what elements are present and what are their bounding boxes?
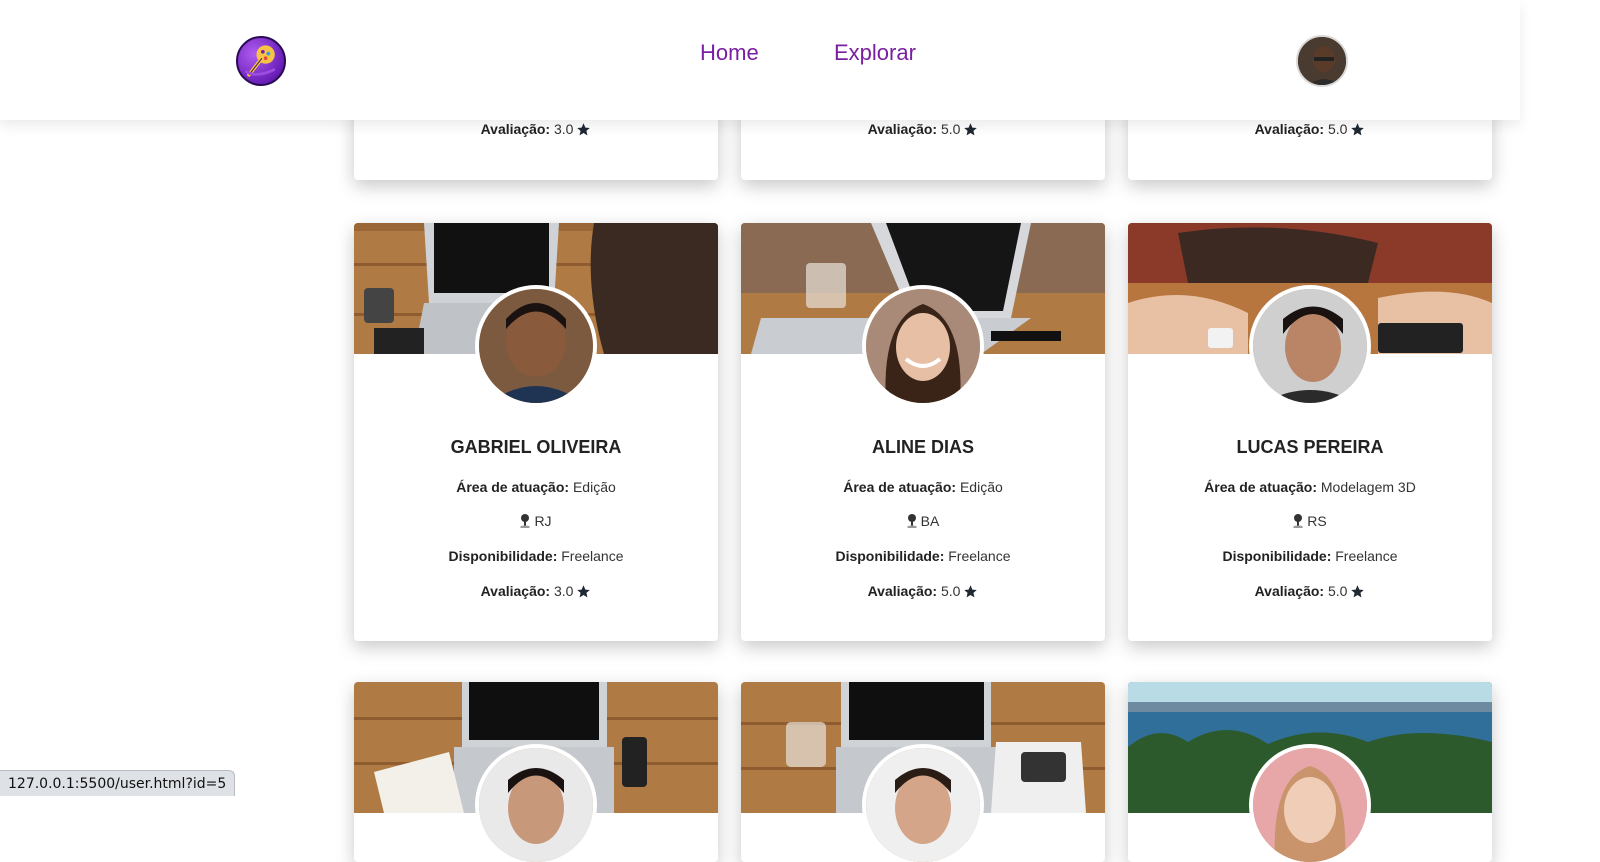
location-line: RS (1128, 513, 1492, 529)
area-line: Área de atuação: Edição (843, 479, 1003, 495)
profile-card-bottom-3[interactable] (1128, 682, 1492, 862)
area-line: Área de atuação: Modelagem 3D (1204, 479, 1416, 495)
location-pin-icon (520, 514, 531, 528)
availability-line: Disponibilidade: Freelance (835, 548, 1011, 564)
profile-avatar (1249, 285, 1371, 407)
profile-card-bottom-1[interactable] (354, 682, 718, 862)
location-pin-icon (906, 514, 917, 528)
rating-line: Avaliação: 5.0 (1128, 121, 1492, 137)
location-pin-icon (1293, 514, 1304, 528)
nav-explorar-link[interactable]: Explorar (834, 40, 916, 66)
profile-avatar (862, 285, 984, 407)
profile-card-gabriel[interactable]: GABRIEL OLIVEIRA Área de atuação: Edição… (354, 223, 718, 641)
profile-name: GABRIEL OLIVEIRA (450, 437, 622, 457)
profile-card-lucas[interactable]: LUCAS PEREIRA Área de atuação: Modelagem… (1128, 223, 1492, 641)
availability-line: Disponibilidade: Freelance (1222, 548, 1398, 564)
profile-name: ALINE DIAS (871, 437, 974, 457)
star-icon (964, 123, 978, 136)
star-icon (577, 585, 591, 598)
top-navbar: Home Explorar (0, 0, 1520, 120)
location-line: BA (741, 513, 1105, 529)
rating-line: Avaliação: 3.0 (354, 121, 718, 137)
area-line: Área de atuação: Edição (456, 479, 616, 495)
rating-line: Avaliação: 5.0 (741, 583, 1105, 599)
profile-card-aline[interactable]: ALINE DIAS Área de atuação: Edição BA Di… (741, 223, 1105, 641)
location-line: RJ (354, 513, 718, 529)
logo-icon[interactable] (236, 36, 286, 86)
profile-avatar (862, 744, 984, 862)
profile-avatar (475, 285, 597, 407)
profile-avatar (1249, 744, 1371, 862)
nav-home-link[interactable]: Home (700, 40, 759, 66)
rating-line: Avaliação: 5.0 (741, 121, 1105, 137)
rating-line: Avaliação: 3.0 (354, 583, 718, 599)
profile-card-bottom-2[interactable] (741, 682, 1105, 862)
user-avatar[interactable] (1296, 35, 1348, 87)
rating-line: Avaliação: 5.0 (1128, 583, 1492, 599)
star-icon (964, 585, 978, 598)
profile-avatar (475, 744, 597, 862)
star-icon (1351, 123, 1365, 136)
profile-name: LUCAS PEREIRA (1236, 437, 1384, 457)
availability-line: Disponibilidade: Freelance (448, 548, 624, 564)
status-bar-url: 127.0.0.1:5500/user.html?id=5 (0, 770, 236, 796)
star-icon (1351, 585, 1365, 598)
star-icon (577, 123, 591, 136)
